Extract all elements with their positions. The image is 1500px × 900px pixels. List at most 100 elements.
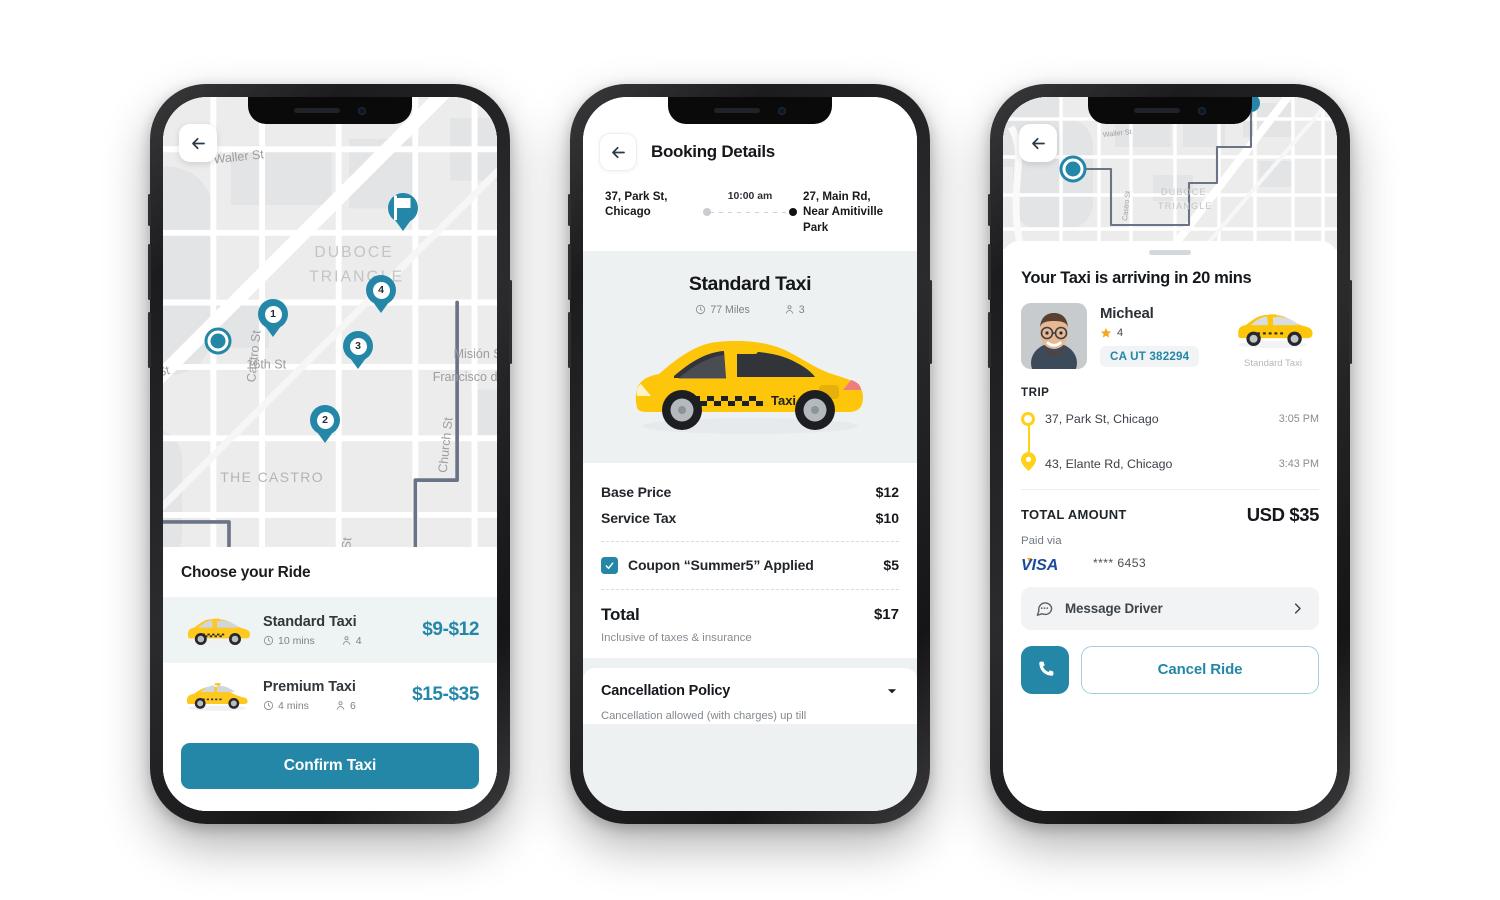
total-label: Total: [601, 604, 640, 624]
payment-method-row: VISA **** 6453: [1021, 554, 1319, 573]
power-button: [1349, 280, 1352, 364]
svg-text:VISA: VISA: [1021, 557, 1058, 573]
clock-icon: [263, 700, 274, 711]
chevron-right-icon: [1294, 602, 1301, 614]
pin-label: 3: [349, 337, 367, 355]
drag-handle[interactable]: [1149, 250, 1191, 255]
svg-text:16th St: 16th St: [246, 358, 286, 372]
ride-eta: 4 mins: [263, 700, 309, 712]
vehicle-seats-text: 3: [798, 303, 805, 316]
star-icon: [1101, 327, 1111, 338]
choose-ride-sheet: Choose your Ride Standard Taxi 10 mins 4…: [163, 547, 497, 811]
vehicle-illustration: Taxi: [583, 330, 917, 443]
map-pin-1[interactable]: 1: [258, 299, 288, 329]
vehicle-meta: 77 Miles 3: [583, 304, 917, 316]
ride-option-premium[interactable]: Premium Taxi 4 mins 6 $15-$35: [163, 662, 497, 727]
clock-icon: [263, 635, 274, 646]
chat-bubble-icon: [1036, 601, 1053, 616]
vehicle-distance-text: 77 Miles: [710, 303, 750, 316]
message-driver-button[interactable]: Message Driver: [1021, 586, 1319, 630]
ride-eta: 10 mins: [263, 635, 315, 647]
paid-via-label: Paid via: [1021, 534, 1062, 547]
front-camera: [358, 106, 366, 115]
ride-price: $15-$35: [412, 684, 479, 705]
phone-mockup-2: Booking Details 37, Park St, Chicago 10:…: [568, 84, 932, 824]
fare-breakdown: Base Price $12 Service Tax $10 Coupon “S…: [583, 462, 917, 658]
route-line: [703, 208, 797, 216]
mute-switch: [148, 194, 151, 226]
back-button[interactable]: [1019, 124, 1057, 162]
call-driver-button[interactable]: [1021, 645, 1069, 694]
divider: [601, 540, 899, 542]
pickup-address: 37, Park St, Chicago: [605, 190, 668, 219]
route-end-dot: [789, 208, 797, 216]
route-summary-card: 37, Park St, Chicago 10:00 am 27, Main R…: [599, 185, 901, 251]
page-title: Booking Details: [651, 142, 775, 161]
svg-text:Misión San: Misión San: [454, 347, 497, 361]
visa-logo-icon: VISA: [1021, 557, 1058, 573]
device-notch: [668, 97, 832, 124]
origin-marker[interactable]: [1059, 155, 1087, 183]
fare-value: $10: [875, 509, 899, 526]
phone-mockup-3: Waller St Castro St DUBOCE TRIANGLE Your…: [988, 84, 1352, 824]
yellow-hatchback-taxi-icon: [1238, 313, 1313, 348]
cancellation-policy-toggle[interactable]: Cancellation Policy: [601, 683, 899, 699]
device-notch: [1088, 97, 1252, 124]
phone-mockup-1: Waller St Castro St DUBOCE TRIANGLE Stat…: [148, 84, 512, 824]
screen-choose-ride: Waller St Castro St DUBOCE TRIANGLE Stat…: [163, 97, 497, 811]
trip-heading: TRIP: [1021, 385, 1050, 399]
screenshot-canvas: Waller St Castro St DUBOCE TRIANGLE Stat…: [0, 0, 1500, 900]
destination-flag-pin[interactable]: [388, 193, 418, 223]
power-button: [929, 280, 932, 364]
map-pin-3[interactable]: 3: [343, 331, 373, 361]
check-icon: [605, 562, 614, 569]
device-notch: [248, 97, 412, 124]
dropoff-address: 27, Main Rd, Near Amitiville Park: [803, 190, 884, 234]
ride-name: Premium Taxi: [263, 678, 356, 695]
back-button[interactable]: [179, 124, 217, 162]
back-button[interactable]: [599, 133, 637, 171]
pin-label: 4: [372, 281, 390, 299]
phone-icon: [1038, 661, 1053, 676]
cancellation-policy-title: Cancellation Policy: [601, 682, 731, 699]
origin-marker[interactable]: [204, 327, 232, 355]
ride-tracking-body: Waller St Castro St DUBOCE TRIANGLE Your…: [1003, 97, 1337, 811]
person-icon: [342, 636, 350, 645]
ride-info: Standard Taxi 10 mins 4: [263, 614, 412, 647]
screen-booking-details: Booking Details 37, Park St, Chicago 10:…: [583, 97, 917, 811]
ride-option-standard[interactable]: Standard Taxi 10 mins 4 $9-$12: [163, 597, 497, 662]
earpiece-speaker: [1134, 108, 1180, 113]
fare-label: Service Tax: [601, 509, 677, 526]
fare-row-total: Total $17: [601, 600, 899, 630]
cancel-ride-button[interactable]: Cancel Ride: [1081, 645, 1319, 694]
coupon-label: Coupon “Summer5” Applied: [628, 557, 814, 574]
booking-details-body: Booking Details 37, Park St, Chicago 10:…: [583, 97, 917, 811]
coupon-checkbox[interactable]: [601, 556, 618, 574]
earpiece-speaker: [714, 108, 760, 113]
confirm-taxi-button[interactable]: Confirm Taxi: [181, 743, 479, 789]
fare-value: $12: [875, 483, 899, 500]
driver-avatar: [1021, 302, 1087, 369]
trip-timeline: 37, Park St, Chicago 3:05 PM 43, Elante …: [1021, 409, 1319, 474]
cancellation-policy-section: Cancellation Policy Cancellation allowed…: [583, 667, 917, 724]
yellow-sedan-taxi-icon: [186, 683, 248, 711]
svg-text:THE CASTRO: THE CASTRO: [220, 469, 324, 485]
svg-text:DUBOCE: DUBOCE: [314, 244, 394, 261]
destination-pin-marker: [1021, 451, 1036, 476]
ride-seats-text: 4: [355, 634, 362, 647]
origin-ring-marker: [1021, 411, 1035, 426]
person-icon: [336, 701, 345, 710]
map-pin-2[interactable]: 2: [310, 405, 340, 435]
sheet-title: Choose your Ride: [181, 564, 311, 581]
map-pin-4[interactable]: 4: [366, 275, 396, 305]
vehicle-thumb: Standard Taxi: [1227, 303, 1319, 369]
ride-price: $9-$12: [422, 619, 479, 640]
driver-details: Micheal 4 CA UT 382294: [1100, 303, 1214, 367]
ride-meta: 10 mins 4: [263, 635, 412, 647]
divider: [601, 588, 899, 590]
total-amount-row: TOTAL AMOUNT USD $35: [1021, 504, 1319, 526]
page-header: Booking Details: [599, 133, 901, 185]
action-buttons: Cancel Ride: [1021, 645, 1319, 694]
screen-ride-tracking: Waller St Castro St DUBOCE TRIANGLE Your…: [1003, 97, 1337, 811]
chevron-down-icon: [887, 689, 897, 694]
